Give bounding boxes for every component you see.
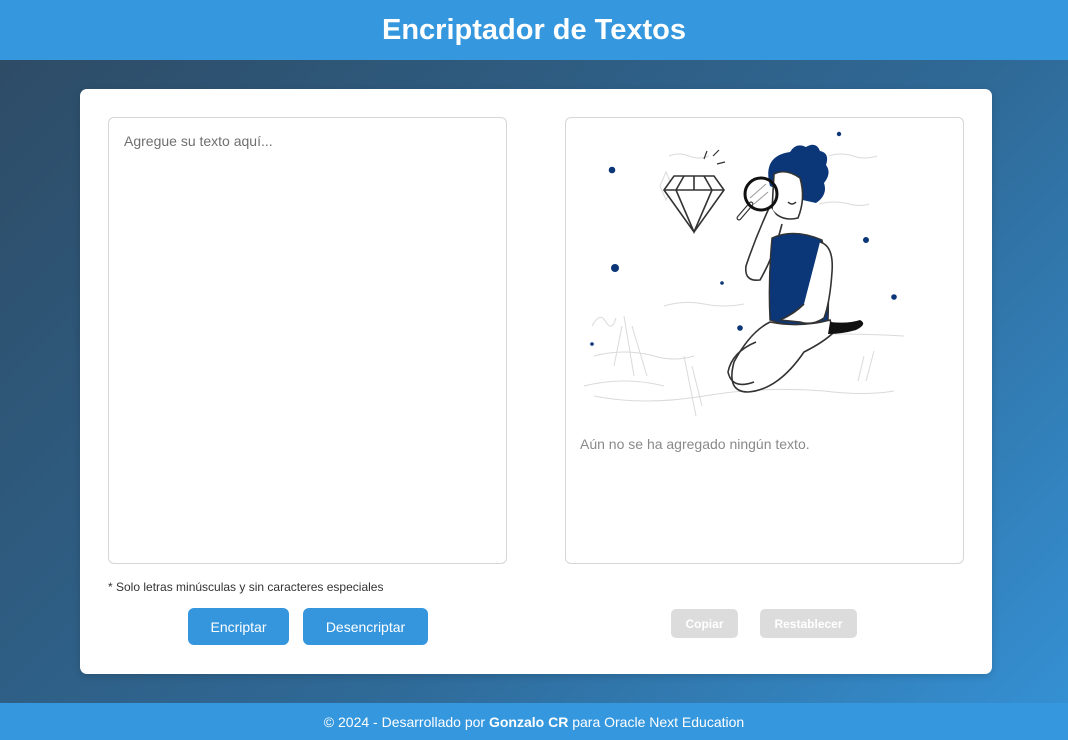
diamond-icon bbox=[663, 175, 725, 235]
footer-suffix: para Oracle Next Education bbox=[568, 713, 745, 730]
text-input[interactable] bbox=[109, 118, 506, 563]
reset-button[interactable]: Restablecer bbox=[760, 609, 857, 638]
decrypt-button[interactable]: Desencriptar bbox=[303, 608, 428, 645]
input-hint: * Solo letras minúsculas y sin caractere… bbox=[108, 580, 384, 594]
output-panel: Aún no se ha agregado ningún texto. bbox=[565, 117, 964, 564]
illustration-image bbox=[583, 131, 905, 417]
footer: © 2024 - Desarrollado por Gonzalo CR par… bbox=[0, 703, 1068, 740]
footer-author: Gonzalo CR bbox=[488, 713, 569, 730]
top-bar: Encriptador de Textos bbox=[0, 0, 1068, 60]
empty-output-message: Aún no se ha agregado ningún texto. bbox=[580, 436, 810, 452]
main-card: * Solo letras minúsculas y sin caractere… bbox=[80, 89, 992, 674]
encrypt-button[interactable]: Encriptar bbox=[188, 608, 289, 645]
footer-prefix: © 2024 - Desarrollado por bbox=[323, 713, 489, 730]
input-container bbox=[108, 117, 507, 564]
copy-button[interactable]: Copiar bbox=[671, 609, 738, 638]
page-title: Encriptador de Textos bbox=[381, 13, 687, 46]
